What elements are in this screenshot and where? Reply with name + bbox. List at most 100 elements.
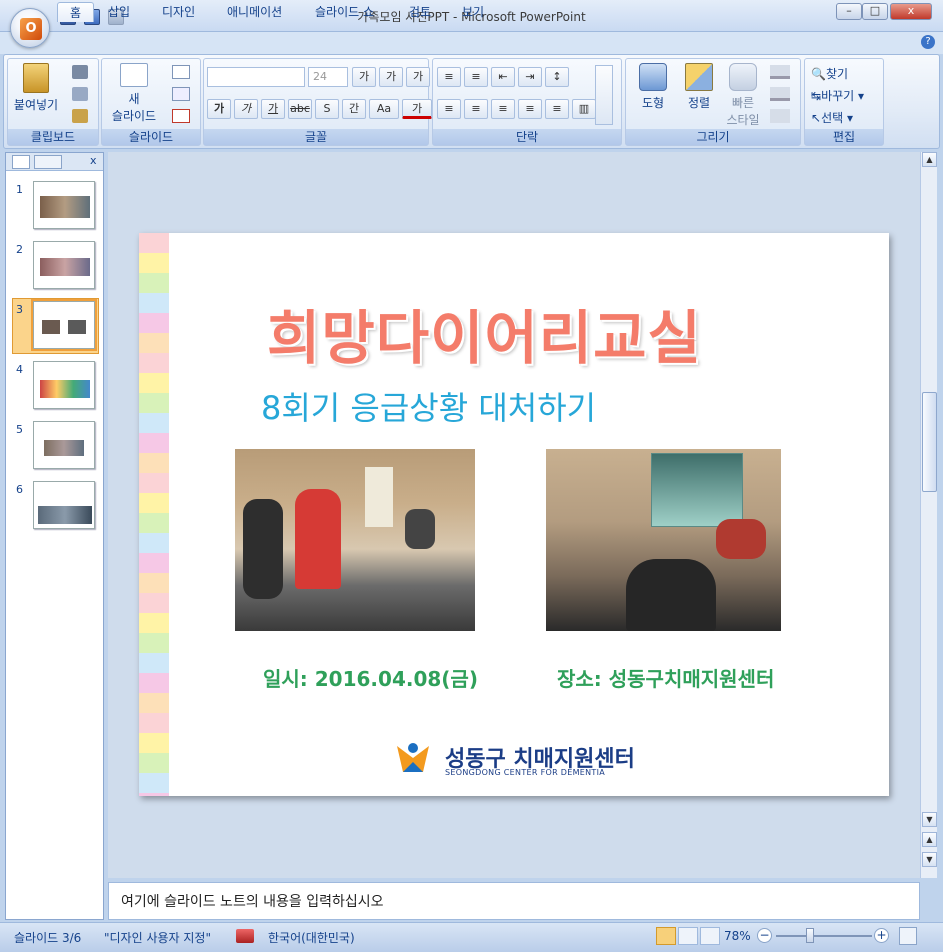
notes-pane[interactable]: 여기에 슬라이드 노트의 내용을 입력하십시오 bbox=[108, 882, 920, 920]
zoom-level[interactable]: 78% bbox=[724, 929, 751, 943]
effects-icon[interactable] bbox=[770, 109, 790, 123]
normal-view-icon[interactable] bbox=[656, 927, 676, 945]
find-icon: 🔍 bbox=[811, 67, 826, 81]
scroll-up-icon[interactable]: ▲ bbox=[922, 152, 937, 167]
language[interactable]: 한국어(대한민국) bbox=[268, 929, 355, 946]
shapes-button[interactable]: 도형 bbox=[630, 63, 676, 111]
next-slide-icon[interactable]: ▼ bbox=[922, 852, 937, 867]
zoom-out-icon[interactable]: − bbox=[757, 928, 772, 943]
slide-subtitle[interactable]: 8회기 응급상황 대처하기 bbox=[261, 383, 596, 429]
paste-button[interactable]: 붙여넣기 bbox=[12, 63, 60, 113]
event-place[interactable]: 장소: 성동구치매지원센터 bbox=[557, 663, 774, 692]
tab-home[interactable]: 홈 bbox=[57, 2, 95, 22]
fill-icon[interactable] bbox=[770, 65, 790, 79]
bold-button[interactable]: 가 bbox=[207, 99, 231, 119]
underline-button[interactable]: 가 bbox=[261, 99, 285, 119]
spacing-button[interactable]: 간 bbox=[342, 99, 366, 119]
tab-animation[interactable]: 애니메이션 bbox=[215, 2, 294, 22]
font-size-combo[interactable]: 24 bbox=[308, 67, 348, 87]
cursor-icon: ↖ bbox=[811, 111, 822, 125]
strike-button[interactable]: abc bbox=[288, 99, 312, 119]
tab-slideshow[interactable]: 슬라이드 쇼 bbox=[303, 2, 386, 22]
pane-close-icon[interactable]: x bbox=[90, 154, 97, 167]
maximize-button[interactable]: □ bbox=[862, 3, 888, 20]
new-slide-icon bbox=[120, 63, 148, 87]
slide-thumbnail-4[interactable] bbox=[33, 361, 95, 409]
tab-review[interactable]: 검토 bbox=[397, 2, 443, 22]
slide-thumbnail-2[interactable] bbox=[33, 241, 95, 289]
find-button[interactable]: 🔍찾기 bbox=[811, 65, 848, 82]
slides-group: 새 슬라이드 슬라이드 bbox=[101, 58, 201, 146]
outline-tab-icon[interactable] bbox=[34, 155, 62, 169]
distribute-icon[interactable]: ≡ bbox=[545, 99, 569, 119]
quick-styles-button[interactable]: 빠른 스타일 bbox=[720, 63, 766, 128]
office-button[interactable]: O bbox=[10, 8, 50, 48]
line-spacing-icon[interactable]: ↕ bbox=[545, 67, 569, 87]
editing-group: 🔍찾기 ↹바꾸기 ▾ ↖선택 ▾ 편집 bbox=[804, 58, 884, 146]
slide[interactable]: 희망다이어리교실 8회기 응급상황 대처하기 일시: 2016.04.08(금)… bbox=[139, 233, 889, 796]
decorative-stripe bbox=[139, 233, 169, 796]
photo-left[interactable] bbox=[235, 449, 475, 631]
align-left-icon[interactable]: ≡ bbox=[437, 99, 461, 119]
scroll-down-icon[interactable]: ▼ bbox=[922, 812, 937, 827]
justify-icon[interactable]: ≡ bbox=[518, 99, 542, 119]
slide-thumbnail-3[interactable] bbox=[31, 299, 97, 351]
vertical-scrollbar[interactable]: ▲ ▼ ▲ ▼ bbox=[920, 152, 937, 878]
shadow-button[interactable]: S bbox=[315, 99, 339, 119]
prev-slide-icon[interactable]: ▲ bbox=[922, 832, 937, 847]
increase-indent-icon[interactable]: ⇥ bbox=[518, 67, 542, 87]
minimize-button[interactable]: – bbox=[836, 3, 862, 20]
layout-icon[interactable] bbox=[172, 65, 190, 79]
quick-styles-label-2: 스타일 bbox=[726, 113, 760, 127]
shapes-label: 도형 bbox=[641, 96, 665, 110]
fit-window-icon[interactable] bbox=[899, 927, 917, 945]
zoom-slider-thumb[interactable] bbox=[806, 928, 814, 943]
columns-icon[interactable]: ▥ bbox=[572, 99, 596, 119]
reset-icon[interactable] bbox=[172, 87, 190, 101]
photo-right[interactable] bbox=[546, 449, 781, 631]
slide-thumbnail-6[interactable] bbox=[33, 481, 95, 529]
format-painter-icon[interactable] bbox=[72, 109, 88, 123]
help-icon[interactable]: ? bbox=[921, 35, 935, 49]
text-direction-icon[interactable] bbox=[595, 65, 613, 125]
zoom-in-icon[interactable]: + bbox=[874, 928, 889, 943]
replace-button[interactable]: ↹바꾸기 ▾ bbox=[811, 87, 864, 104]
notes-placeholder[interactable]: 여기에 슬라이드 노트의 내용을 입력하십시오 bbox=[121, 891, 384, 911]
event-date[interactable]: 일시: 2016.04.08(금) bbox=[263, 663, 478, 692]
new-slide-label-1: 새 bbox=[128, 92, 140, 106]
italic-button[interactable]: 가 bbox=[234, 99, 258, 119]
grow-font-button[interactable]: 가 bbox=[352, 67, 376, 87]
paste-icon bbox=[23, 63, 49, 93]
bullets-icon[interactable]: ≡ bbox=[437, 67, 461, 87]
change-case-button[interactable]: Aa bbox=[369, 99, 399, 119]
clear-format-button[interactable]: 가 bbox=[406, 67, 430, 87]
scroll-thumb[interactable] bbox=[922, 392, 937, 492]
spelling-icon[interactable] bbox=[236, 929, 254, 943]
theme-name[interactable]: "디자인 사용자 지정" bbox=[104, 929, 211, 946]
slides-tab-icon[interactable] bbox=[12, 155, 30, 169]
shrink-font-button[interactable]: 가 bbox=[379, 67, 403, 87]
font-color-button[interactable]: 가 bbox=[402, 99, 432, 119]
tab-design[interactable]: 디자인 bbox=[150, 2, 207, 22]
slide-sorter-icon[interactable] bbox=[678, 927, 698, 945]
slide-thumbnail-1[interactable] bbox=[33, 181, 95, 229]
slide-title[interactable]: 희망다이어리교실 bbox=[267, 291, 702, 375]
slide-thumbnail-5[interactable] bbox=[33, 421, 95, 469]
slideshow-view-icon[interactable] bbox=[700, 927, 720, 945]
font-name-combo[interactable] bbox=[207, 67, 305, 87]
align-center-icon[interactable]: ≡ bbox=[464, 99, 488, 119]
copy-icon[interactable] bbox=[72, 87, 88, 101]
numbering-icon[interactable]: ≡ bbox=[464, 67, 488, 87]
tab-view[interactable]: 보기 bbox=[450, 2, 496, 22]
align-right-icon[interactable]: ≡ bbox=[491, 99, 515, 119]
tab-insert[interactable]: 삽입 bbox=[96, 2, 142, 22]
arrange-button[interactable]: 정렬 bbox=[676, 63, 722, 111]
delete-slide-icon[interactable] bbox=[172, 109, 190, 123]
select-button[interactable]: ↖선택 ▾ bbox=[811, 109, 853, 126]
cut-icon[interactable] bbox=[72, 65, 88, 79]
new-slide-button[interactable]: 새 슬라이드 bbox=[106, 63, 162, 124]
decrease-indent-icon[interactable]: ⇤ bbox=[491, 67, 515, 87]
outline-icon[interactable] bbox=[770, 87, 790, 101]
zoom-slider[interactable] bbox=[776, 935, 872, 937]
close-button[interactable]: x bbox=[890, 3, 932, 20]
